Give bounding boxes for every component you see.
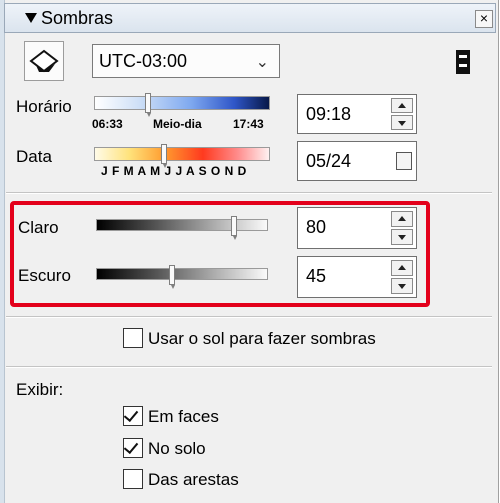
use-sun-label[interactable]: Usar o sol para fazer sombras — [148, 329, 376, 349]
date-months: J F M A M J J A S O N D — [101, 164, 247, 178]
on-ground-label[interactable]: No solo — [148, 439, 206, 459]
sun-shadow-icon — [29, 49, 59, 73]
spin-up-icon — [398, 216, 406, 221]
on-ground-checkbox[interactable] — [123, 438, 143, 458]
light-label: Claro — [18, 218, 59, 237]
light-input[interactable]: 80 — [297, 207, 417, 249]
panel-titlebar[interactable]: Sombras × — [4, 3, 496, 33]
light-spin-up[interactable] — [391, 211, 413, 228]
separator — [6, 192, 492, 194]
dark-label: Escuro — [18, 266, 71, 285]
time-slider[interactable] — [94, 96, 270, 110]
light-value: 80 — [306, 217, 327, 237]
timezone-value: UTC-03:00 — [99, 51, 188, 71]
on-faces-label[interactable]: Em faces — [148, 407, 219, 427]
date-slider[interactable] — [94, 147, 270, 161]
separator — [6, 366, 492, 368]
date-input[interactable]: 05/24 — [297, 141, 417, 181]
on-faces-checkbox[interactable] — [123, 406, 143, 426]
time-slider-thumb[interactable] — [145, 93, 151, 117]
time-spin-up[interactable] — [391, 98, 413, 114]
check-icon — [123, 406, 139, 423]
dark-slider[interactable] — [96, 268, 268, 280]
time-value: 09:18 — [306, 104, 352, 124]
spin-up-icon — [398, 103, 406, 108]
chevron-down-icon: ⌄ — [255, 54, 269, 71]
light-slider[interactable] — [96, 219, 268, 231]
dark-input[interactable]: 45 — [297, 256, 417, 298]
shadow-toggle-button[interactable] — [24, 41, 64, 81]
dark-slider-thumb[interactable] — [169, 265, 175, 289]
collapse-arrow-icon[interactable] — [25, 13, 37, 23]
dark-spin-up[interactable] — [391, 260, 413, 277]
spin-down-icon — [398, 283, 406, 289]
time-input[interactable]: 09:18 — [297, 94, 417, 134]
date-value: 05/24 — [306, 151, 352, 171]
date-label: Data — [16, 147, 52, 166]
light-spin-down[interactable] — [391, 228, 413, 245]
details-toggle-icon[interactable] — [456, 50, 470, 74]
use-sun-checkbox[interactable] — [123, 328, 143, 348]
time-spin-down[interactable] — [391, 114, 413, 130]
time-end: 17:43 — [233, 117, 264, 131]
dark-spin-down[interactable] — [391, 277, 413, 294]
panel-left-border — [0, 0, 5, 503]
spin-up-icon — [398, 265, 406, 270]
from-edges-label[interactable]: Das arestas — [148, 470, 239, 490]
timezone-select[interactable]: UTC-03:00 ⌄ — [92, 44, 280, 78]
spin-down-icon — [398, 120, 406, 126]
shadows-panel: Sombras × UTC-03:00 ⌄ Horário 06:33 Meio… — [0, 0, 499, 503]
time-start: 06:33 — [92, 117, 123, 131]
date-slider-thumb[interactable] — [161, 144, 167, 168]
separator — [6, 316, 492, 318]
check-icon — [123, 438, 139, 455]
spin-down-icon — [398, 234, 406, 240]
from-edges-checkbox[interactable] — [123, 469, 143, 489]
display-label: Exibir: — [16, 380, 64, 399]
calendar-icon[interactable] — [396, 152, 412, 170]
time-noon: Meio-dia — [153, 117, 202, 131]
panel-title: Sombras — [41, 8, 114, 28]
light-slider-thumb[interactable] — [231, 216, 237, 240]
close-icon[interactable]: × — [475, 10, 493, 28]
time-label: Horário — [16, 97, 72, 116]
dark-value: 45 — [306, 266, 327, 286]
